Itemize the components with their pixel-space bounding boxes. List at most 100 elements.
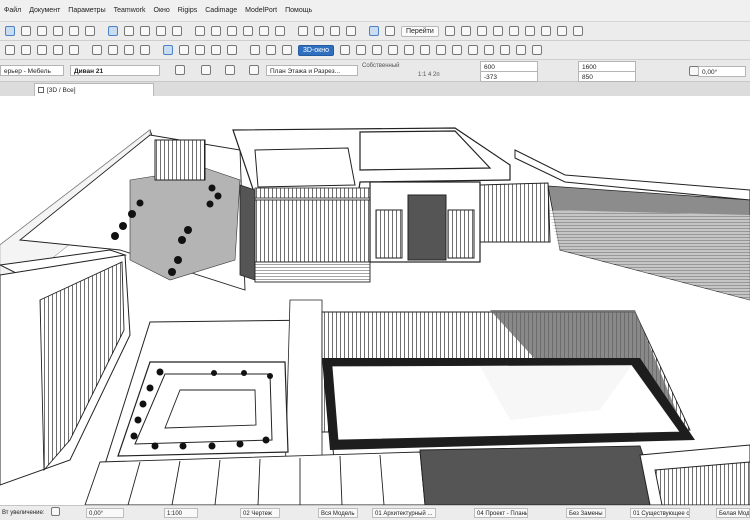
receive-icon[interactable] [532, 45, 542, 55]
menu-cadimage[interactable]: Cadimage [205, 7, 237, 14]
fit-window-icon[interactable] [69, 45, 79, 55]
menu-window[interactable]: Окно [154, 7, 170, 14]
trim-icon[interactable] [124, 26, 134, 36]
reserve-icon[interactable] [484, 45, 494, 55]
detail-icon[interactable] [388, 45, 398, 55]
spline-icon[interactable] [211, 45, 221, 55]
rotate-view-icon[interactable] [51, 507, 60, 516]
teamwork-icon[interactable] [468, 45, 478, 55]
dimension-icon[interactable] [314, 26, 324, 36]
grid-icon[interactable] [21, 26, 31, 36]
sun-icon[interactable] [266, 45, 276, 55]
arrow-icon[interactable] [53, 26, 63, 36]
ref-line-icon[interactable] [201, 65, 211, 75]
ungroup-icon[interactable] [140, 45, 150, 55]
line-tool-icon[interactable] [163, 45, 173, 55]
release-icon[interactable] [500, 45, 510, 55]
3d-viewport[interactable] [0, 96, 750, 505]
elevation-icon[interactable] [356, 45, 366, 55]
object-name-field[interactable]: Диван 21 [70, 65, 160, 76]
polyline-icon[interactable] [195, 45, 205, 55]
shadow-area [129, 167, 241, 281]
menu-options[interactable]: Параметры [68, 7, 105, 14]
status-bar: Вт увеличение: 1 0,00° 1:100 02 Чертеж В… [0, 505, 750, 520]
menu-modelport[interactable]: ModelPort [245, 7, 277, 14]
value-field-2[interactable]: -373 [480, 71, 538, 82]
view-name-field[interactable]: План Этажа и Разрез... [266, 65, 358, 76]
value-field-4[interactable]: 850 [578, 71, 636, 82]
drag-icon[interactable] [227, 26, 237, 36]
schedule-icon[interactable] [420, 45, 430, 55]
pen-icon[interactable] [330, 26, 340, 36]
cube-icon[interactable] [508, 26, 519, 36]
elevate-icon[interactable] [243, 26, 253, 36]
existing-dropdown[interactable]: 01 Существующее с... [630, 508, 690, 518]
document-icon[interactable] [404, 45, 414, 55]
split-icon[interactable] [140, 26, 150, 36]
menu-document[interactable]: Документ [29, 7, 60, 14]
select-icon[interactable] [108, 26, 118, 36]
share-icon[interactable] [572, 26, 583, 36]
lock-icon[interactable] [85, 26, 95, 36]
angle-status[interactable]: 0,00° [86, 508, 124, 518]
rotate-icon[interactable] [172, 26, 182, 36]
tab-3d-all[interactable]: [3D / Все] [34, 83, 154, 96]
gravity-icon[interactable] [175, 65, 185, 75]
structure-dropdown[interactable]: 01 Архитектурный ... [372, 508, 436, 518]
layer-combo-dropdown[interactable]: 02 Чертеж [240, 508, 280, 518]
layout-book-icon[interactable] [436, 45, 446, 55]
right-wing [479, 182, 551, 243]
3d-view-icon[interactable] [369, 26, 379, 36]
angle-field[interactable]: 0,00° [698, 66, 746, 77]
layout-icon[interactable] [385, 26, 395, 36]
section-icon[interactable] [340, 45, 350, 55]
copy-icon[interactable] [69, 26, 79, 36]
view-settings-icon[interactable] [346, 26, 356, 36]
nav-back-icon[interactable] [444, 26, 455, 36]
settings-icon[interactable] [524, 26, 535, 36]
send-icon[interactable] [516, 45, 526, 55]
arc-icon[interactable] [179, 45, 189, 55]
camera-icon[interactable] [250, 45, 260, 55]
offset-icon[interactable] [156, 26, 166, 36]
intersect-icon[interactable] [275, 26, 285, 36]
goto-button[interactable]: Перейти [401, 25, 439, 37]
3d-window-button[interactable]: 3D-окно [298, 44, 334, 56]
distribute-icon[interactable] [108, 45, 118, 55]
snap-icon[interactable] [37, 26, 47, 36]
align-icon[interactable] [92, 45, 102, 55]
menu-teamwork[interactable]: Teamwork [114, 7, 146, 14]
render-icon[interactable] [540, 26, 551, 36]
worksheet-icon[interactable] [372, 45, 382, 55]
menu-help[interactable]: Помощь [285, 7, 312, 14]
style-dropdown[interactable]: Белая Модель [716, 508, 750, 518]
scale-dropdown[interactable]: 1:100 [164, 508, 198, 518]
hotspot-icon[interactable] [227, 45, 237, 55]
stretch-icon[interactable] [211, 26, 221, 36]
zoom-in-icon[interactable] [37, 45, 47, 55]
box-icon[interactable] [249, 65, 259, 75]
walkway [284, 299, 323, 481]
shadow-icon[interactable] [282, 45, 292, 55]
measure-icon[interactable] [298, 26, 308, 36]
menu-file[interactable]: Файл [4, 7, 21, 14]
project-dropdown[interactable]: 04 Проект - Планы [474, 508, 528, 518]
paint-icon[interactable] [556, 26, 567, 36]
nav-forward-icon[interactable] [460, 26, 471, 36]
wall-tool-icon[interactable] [5, 26, 15, 36]
renovation-dropdown[interactable]: Без Замены [566, 508, 606, 518]
magic-wand-icon[interactable] [259, 26, 269, 36]
menu-rigips[interactable]: Rigips [178, 7, 197, 14]
pan-icon[interactable] [21, 45, 31, 55]
zoom-out-icon[interactable] [53, 45, 63, 55]
cloud-icon[interactable] [476, 26, 487, 36]
geometry-icon[interactable] [225, 65, 235, 75]
group-icon[interactable] [124, 45, 134, 55]
model-view-dropdown[interactable]: Вся Модель [318, 508, 358, 518]
mirror-icon[interactable] [195, 26, 205, 36]
layer-field[interactable]: ерьер - Мебель [0, 65, 64, 76]
orbit-icon[interactable] [5, 45, 15, 55]
publisher-icon[interactable] [452, 45, 462, 55]
own-label: Собственный [362, 63, 400, 69]
layers-icon[interactable] [492, 26, 503, 36]
